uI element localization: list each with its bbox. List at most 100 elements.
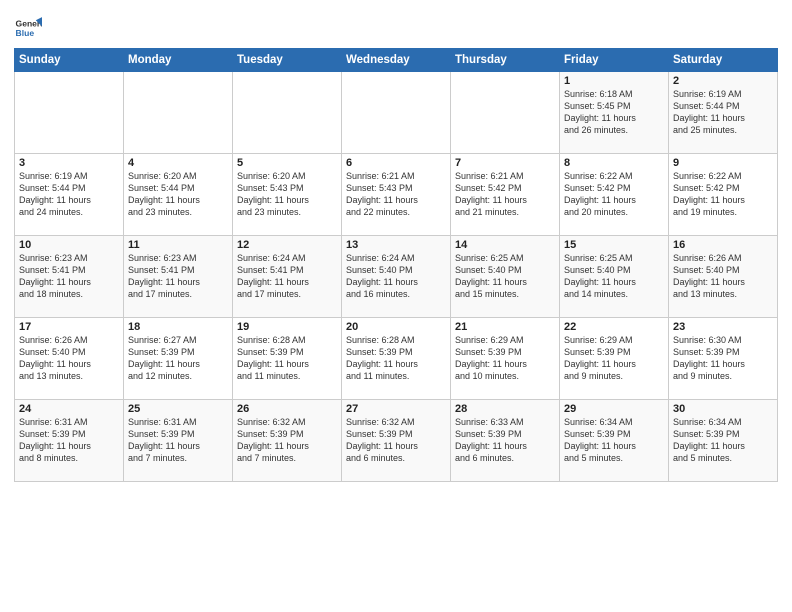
calendar-cell: 12Sunrise: 6:24 AM Sunset: 5:41 PM Dayli…: [233, 236, 342, 318]
calendar-cell: 2Sunrise: 6:19 AM Sunset: 5:44 PM Daylig…: [669, 72, 778, 154]
day-number: 18: [128, 321, 228, 333]
weekday-header: Thursday: [451, 49, 560, 72]
calendar-cell: 22Sunrise: 6:29 AM Sunset: 5:39 PM Dayli…: [560, 318, 669, 400]
header: General Blue: [14, 10, 778, 42]
logo-icon: General Blue: [14, 14, 42, 42]
calendar-cell: [15, 72, 124, 154]
calendar-cell: 10Sunrise: 6:23 AM Sunset: 5:41 PM Dayli…: [15, 236, 124, 318]
calendar-cell: 26Sunrise: 6:32 AM Sunset: 5:39 PM Dayli…: [233, 400, 342, 482]
day-info: Sunrise: 6:19 AM Sunset: 5:44 PM Dayligh…: [673, 88, 773, 137]
weekday-header: Tuesday: [233, 49, 342, 72]
day-number: 21: [455, 321, 555, 333]
day-number: 22: [564, 321, 664, 333]
day-number: 17: [19, 321, 119, 333]
day-number: 2: [673, 75, 773, 87]
day-info: Sunrise: 6:23 AM Sunset: 5:41 PM Dayligh…: [128, 252, 228, 301]
weekday-header: Sunday: [15, 49, 124, 72]
day-number: 5: [237, 157, 337, 169]
day-info: Sunrise: 6:20 AM Sunset: 5:43 PM Dayligh…: [237, 170, 337, 219]
logo: General Blue: [14, 14, 42, 42]
calendar-cell: 4Sunrise: 6:20 AM Sunset: 5:44 PM Daylig…: [124, 154, 233, 236]
day-number: 3: [19, 157, 119, 169]
day-number: 10: [19, 239, 119, 251]
day-info: Sunrise: 6:21 AM Sunset: 5:42 PM Dayligh…: [455, 170, 555, 219]
day-number: 7: [455, 157, 555, 169]
page: General Blue SundayMondayTuesdayWednesda…: [0, 0, 792, 612]
day-info: Sunrise: 6:20 AM Sunset: 5:44 PM Dayligh…: [128, 170, 228, 219]
calendar-cell: 6Sunrise: 6:21 AM Sunset: 5:43 PM Daylig…: [342, 154, 451, 236]
weekday-header: Saturday: [669, 49, 778, 72]
calendar-cell: 30Sunrise: 6:34 AM Sunset: 5:39 PM Dayli…: [669, 400, 778, 482]
calendar-cell: 1Sunrise: 6:18 AM Sunset: 5:45 PM Daylig…: [560, 72, 669, 154]
calendar-cell: 8Sunrise: 6:22 AM Sunset: 5:42 PM Daylig…: [560, 154, 669, 236]
day-number: 8: [564, 157, 664, 169]
day-number: 19: [237, 321, 337, 333]
calendar-cell: 9Sunrise: 6:22 AM Sunset: 5:42 PM Daylig…: [669, 154, 778, 236]
day-info: Sunrise: 6:24 AM Sunset: 5:41 PM Dayligh…: [237, 252, 337, 301]
svg-text:Blue: Blue: [16, 28, 35, 38]
calendar-cell: [233, 72, 342, 154]
day-number: 9: [673, 157, 773, 169]
calendar-cell: 23Sunrise: 6:30 AM Sunset: 5:39 PM Dayli…: [669, 318, 778, 400]
day-info: Sunrise: 6:25 AM Sunset: 5:40 PM Dayligh…: [564, 252, 664, 301]
day-info: Sunrise: 6:22 AM Sunset: 5:42 PM Dayligh…: [564, 170, 664, 219]
day-info: Sunrise: 6:32 AM Sunset: 5:39 PM Dayligh…: [237, 416, 337, 465]
day-number: 24: [19, 403, 119, 415]
day-info: Sunrise: 6:31 AM Sunset: 5:39 PM Dayligh…: [19, 416, 119, 465]
calendar-cell: 18Sunrise: 6:27 AM Sunset: 5:39 PM Dayli…: [124, 318, 233, 400]
calendar-cell: 13Sunrise: 6:24 AM Sunset: 5:40 PM Dayli…: [342, 236, 451, 318]
day-info: Sunrise: 6:32 AM Sunset: 5:39 PM Dayligh…: [346, 416, 446, 465]
calendar-cell: 27Sunrise: 6:32 AM Sunset: 5:39 PM Dayli…: [342, 400, 451, 482]
day-info: Sunrise: 6:21 AM Sunset: 5:43 PM Dayligh…: [346, 170, 446, 219]
day-info: Sunrise: 6:18 AM Sunset: 5:45 PM Dayligh…: [564, 88, 664, 137]
day-number: 20: [346, 321, 446, 333]
calendar-week-row: 3Sunrise: 6:19 AM Sunset: 5:44 PM Daylig…: [15, 154, 778, 236]
calendar-cell: 7Sunrise: 6:21 AM Sunset: 5:42 PM Daylig…: [451, 154, 560, 236]
weekday-header-row: SundayMondayTuesdayWednesdayThursdayFrid…: [15, 49, 778, 72]
weekday-header: Friday: [560, 49, 669, 72]
day-info: Sunrise: 6:30 AM Sunset: 5:39 PM Dayligh…: [673, 334, 773, 383]
day-number: 25: [128, 403, 228, 415]
weekday-header: Monday: [124, 49, 233, 72]
day-number: 11: [128, 239, 228, 251]
day-info: Sunrise: 6:27 AM Sunset: 5:39 PM Dayligh…: [128, 334, 228, 383]
calendar-cell: 5Sunrise: 6:20 AM Sunset: 5:43 PM Daylig…: [233, 154, 342, 236]
day-info: Sunrise: 6:24 AM Sunset: 5:40 PM Dayligh…: [346, 252, 446, 301]
calendar-week-row: 1Sunrise: 6:18 AM Sunset: 5:45 PM Daylig…: [15, 72, 778, 154]
day-number: 23: [673, 321, 773, 333]
calendar-cell: 3Sunrise: 6:19 AM Sunset: 5:44 PM Daylig…: [15, 154, 124, 236]
day-info: Sunrise: 6:28 AM Sunset: 5:39 PM Dayligh…: [346, 334, 446, 383]
day-number: 13: [346, 239, 446, 251]
calendar-cell: 19Sunrise: 6:28 AM Sunset: 5:39 PM Dayli…: [233, 318, 342, 400]
calendar-cell: 21Sunrise: 6:29 AM Sunset: 5:39 PM Dayli…: [451, 318, 560, 400]
day-number: 12: [237, 239, 337, 251]
calendar-week-row: 10Sunrise: 6:23 AM Sunset: 5:41 PM Dayli…: [15, 236, 778, 318]
day-info: Sunrise: 6:29 AM Sunset: 5:39 PM Dayligh…: [455, 334, 555, 383]
day-number: 26: [237, 403, 337, 415]
day-number: 28: [455, 403, 555, 415]
day-info: Sunrise: 6:29 AM Sunset: 5:39 PM Dayligh…: [564, 334, 664, 383]
calendar-cell: 20Sunrise: 6:28 AM Sunset: 5:39 PM Dayli…: [342, 318, 451, 400]
calendar-cell: 11Sunrise: 6:23 AM Sunset: 5:41 PM Dayli…: [124, 236, 233, 318]
calendar-cell: [451, 72, 560, 154]
day-info: Sunrise: 6:19 AM Sunset: 5:44 PM Dayligh…: [19, 170, 119, 219]
day-info: Sunrise: 6:28 AM Sunset: 5:39 PM Dayligh…: [237, 334, 337, 383]
day-number: 4: [128, 157, 228, 169]
calendar-table: SundayMondayTuesdayWednesdayThursdayFrid…: [14, 48, 778, 482]
calendar-cell: 29Sunrise: 6:34 AM Sunset: 5:39 PM Dayli…: [560, 400, 669, 482]
calendar-cell: 15Sunrise: 6:25 AM Sunset: 5:40 PM Dayli…: [560, 236, 669, 318]
day-number: 14: [455, 239, 555, 251]
calendar-cell: 14Sunrise: 6:25 AM Sunset: 5:40 PM Dayli…: [451, 236, 560, 318]
calendar-cell: [342, 72, 451, 154]
calendar-cell: 25Sunrise: 6:31 AM Sunset: 5:39 PM Dayli…: [124, 400, 233, 482]
day-info: Sunrise: 6:34 AM Sunset: 5:39 PM Dayligh…: [673, 416, 773, 465]
day-info: Sunrise: 6:31 AM Sunset: 5:39 PM Dayligh…: [128, 416, 228, 465]
day-info: Sunrise: 6:22 AM Sunset: 5:42 PM Dayligh…: [673, 170, 773, 219]
day-info: Sunrise: 6:33 AM Sunset: 5:39 PM Dayligh…: [455, 416, 555, 465]
calendar-cell: [124, 72, 233, 154]
day-number: 15: [564, 239, 664, 251]
day-info: Sunrise: 6:23 AM Sunset: 5:41 PM Dayligh…: [19, 252, 119, 301]
day-number: 1: [564, 75, 664, 87]
calendar-cell: 28Sunrise: 6:33 AM Sunset: 5:39 PM Dayli…: [451, 400, 560, 482]
day-number: 6: [346, 157, 446, 169]
